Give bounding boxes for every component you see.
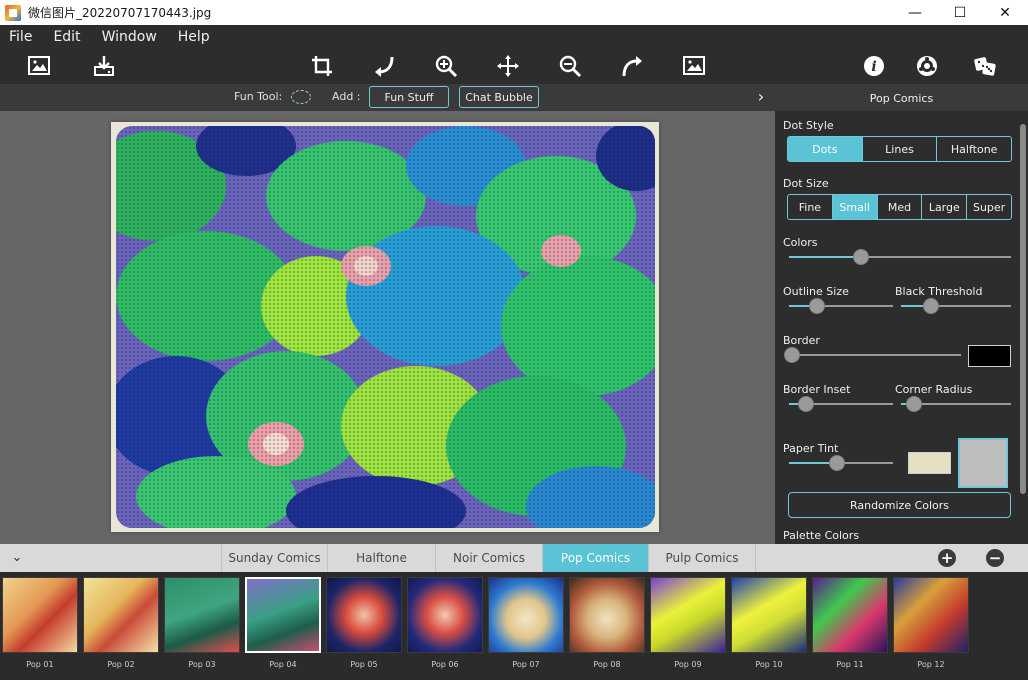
randomize-colors-button[interactable]: Randomize Colors — [788, 492, 1011, 518]
thumbnail-label: Pop 11 — [836, 660, 864, 669]
tab-noir-comics[interactable]: Noir Comics — [435, 544, 542, 572]
fun-tool-label: Fun Tool: — [234, 90, 283, 103]
fit-image-icon[interactable] — [680, 52, 708, 80]
dot-style-label: Dot Style — [783, 119, 834, 132]
corner-radius-slider-knob[interactable] — [906, 396, 922, 412]
thumbnail-pop-06[interactable] — [407, 577, 483, 653]
thumbnail-pop-08[interactable] — [569, 577, 645, 653]
tab-pop-comics[interactable]: Pop Comics — [542, 544, 648, 572]
border-slider-track[interactable] — [789, 354, 961, 356]
thumbnail-label: Pop 08 — [593, 660, 621, 669]
add-preset-button[interactable]: + — [938, 549, 956, 567]
thumbnail-label: Pop 04 — [269, 660, 297, 669]
thumbnail-label: Pop 10 — [755, 660, 783, 669]
menu-file[interactable]: File — [0, 29, 41, 45]
window-title: 微信图片_20220707170443.jpg — [28, 6, 212, 20]
thumbnail-label: Pop 12 — [917, 660, 945, 669]
chat-bubble-button[interactable]: Chat Bubble — [459, 86, 539, 108]
add-label: Add : — [332, 90, 361, 103]
colors-label: Colors — [783, 236, 818, 249]
zoom-out-icon[interactable] — [556, 52, 584, 80]
random-dice-icon[interactable] — [971, 52, 999, 80]
paper-tint-color-swatch[interactable] — [908, 452, 951, 474]
pan-icon[interactable] — [494, 52, 522, 80]
info-icon[interactable]: i — [860, 52, 888, 80]
outline-size-label: Outline Size — [783, 285, 849, 298]
corner-radius-label: Corner Radius — [895, 383, 973, 396]
thumbnail-label: Pop 07 — [512, 660, 540, 669]
dot-size-label: Dot Size — [783, 177, 829, 190]
thumbnail-pop-12[interactable] — [893, 577, 969, 653]
rotate-left-icon[interactable] — [370, 52, 398, 80]
chevron-right-icon[interactable]: › — [753, 88, 769, 106]
dot-style-dots[interactable]: Dots — [788, 137, 863, 161]
dot-size-large[interactable]: Large — [922, 195, 968, 219]
thumbnail-label: Pop 06 — [431, 660, 459, 669]
thumbnail-pop-04[interactable] — [245, 577, 321, 653]
thumbnail-label: Pop 02 — [107, 660, 135, 669]
thumbnail-pop-09[interactable] — [650, 577, 726, 653]
open-image-icon[interactable] — [25, 52, 53, 80]
palette-colors-label: Palette Colors — [783, 529, 860, 542]
border-inset-label: Border Inset — [783, 383, 851, 396]
panel-title: Pop Comics — [775, 84, 1028, 111]
minimize-button[interactable]: — — [892, 0, 938, 25]
dot-size-fine[interactable]: Fine — [788, 195, 833, 219]
colors-slider-knob[interactable] — [853, 249, 869, 265]
title-bar: 微信图片_20220707170443.jpg — [0, 0, 1028, 25]
thumbnail-pop-02[interactable] — [83, 577, 159, 653]
thumbnail-label: Pop 01 — [26, 660, 54, 669]
paper-tint-label: Paper Tint — [783, 442, 839, 455]
thumbnail-pop-07[interactable] — [488, 577, 564, 653]
settings-icon[interactable] — [913, 52, 941, 80]
border-color-swatch[interactable] — [968, 345, 1011, 367]
crop-icon[interactable] — [308, 52, 336, 80]
chevron-down-icon[interactable]: ⌄ — [8, 549, 26, 567]
svg-text:i: i — [871, 59, 876, 75]
thumbnail-label: Pop 03 — [188, 660, 216, 669]
maximize-button[interactable]: ☐ — [937, 0, 983, 25]
oval-selection-icon[interactable] — [291, 90, 311, 104]
paper-texture-swatch[interactable] — [958, 438, 1008, 488]
fun-stuff-button[interactable]: Fun Stuff — [369, 86, 449, 108]
close-button[interactable]: ✕ — [982, 0, 1028, 25]
thumbnail-pop-03[interactable] — [164, 577, 240, 653]
app-icon — [5, 4, 21, 21]
black-threshold-label: Black Threshold — [895, 285, 983, 298]
dot-size-super[interactable]: Super — [967, 195, 1011, 219]
remove-preset-button[interactable]: − — [986, 549, 1004, 567]
dot-style-segmented: Dots Lines Halftone — [787, 136, 1012, 162]
dot-size-med[interactable]: Med — [878, 195, 923, 219]
save-icon[interactable] — [90, 52, 118, 80]
tab-sunday-comics[interactable]: Sunday Comics — [221, 544, 327, 572]
tab-halftone[interactable]: Halftone — [327, 544, 435, 572]
menu-window[interactable]: Window — [93, 29, 166, 45]
dot-style-halftone[interactable]: Halftone — [937, 137, 1011, 161]
border-slider-knob[interactable] — [784, 347, 800, 363]
dot-size-small[interactable]: Small — [832, 195, 878, 219]
rotate-right-icon[interactable] — [618, 52, 646, 80]
outline-size-slider-knob[interactable] — [809, 298, 825, 314]
thumbnail-label: Pop 05 — [350, 660, 378, 669]
comic-photo[interactable] — [116, 126, 655, 528]
menu-edit[interactable]: Edit — [44, 29, 89, 45]
dot-style-lines[interactable]: Lines — [863, 137, 938, 161]
border-label: Border — [783, 334, 820, 347]
menu-help[interactable]: Help — [169, 29, 219, 45]
dot-size-segmented: Fine Small Med Large Super — [787, 194, 1012, 220]
border-inset-slider-knob[interactable] — [798, 396, 814, 412]
black-threshold-slider-knob[interactable] — [923, 298, 939, 314]
thumbnail-pop-01[interactable] — [2, 577, 78, 653]
tab-pulp-comics[interactable]: Pulp Comics — [648, 544, 756, 572]
paper-tint-slider-knob[interactable] — [829, 455, 845, 471]
thumbnail-pop-10[interactable] — [731, 577, 807, 653]
menu-bar: File Edit Window Help — [0, 25, 1028, 48]
thumbnail-label: Pop 09 — [674, 660, 702, 669]
panel-scrollbar[interactable] — [1020, 124, 1026, 494]
zoom-in-icon[interactable] — [432, 52, 460, 80]
colors-slider-fill — [789, 256, 861, 258]
thumbnail-pop-05[interactable] — [326, 577, 402, 653]
thumbnail-pop-11[interactable] — [812, 577, 888, 653]
